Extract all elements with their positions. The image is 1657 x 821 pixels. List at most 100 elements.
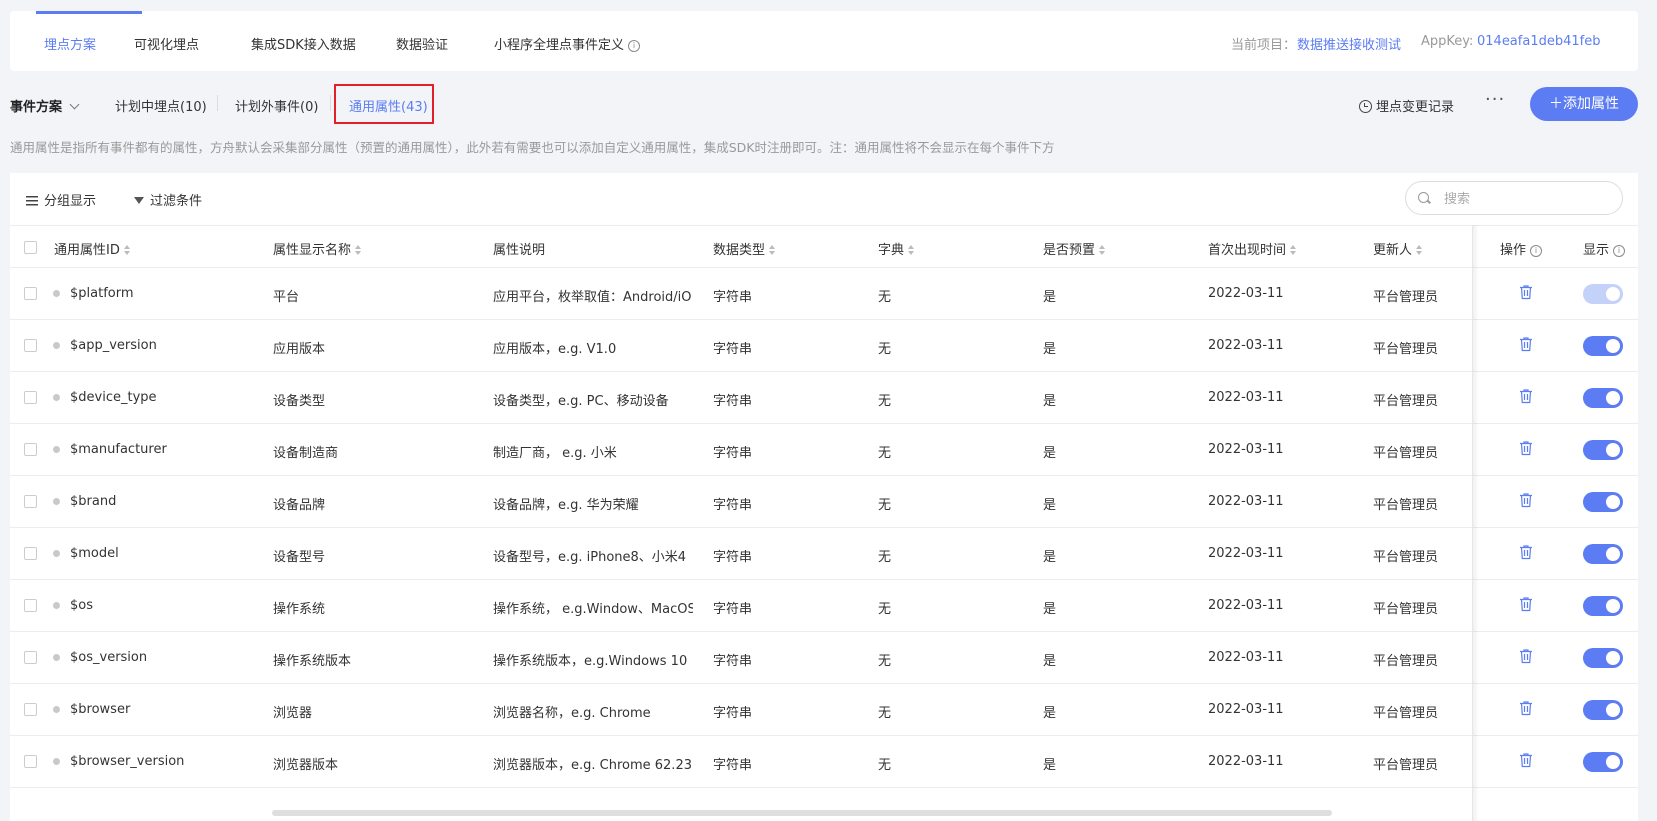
column-header-updater[interactable]: 更新人	[1373, 239, 1423, 258]
table-row[interactable]: $browser_version 浏览器版本 浏览器版本，e.g. Chrome 6…	[10, 736, 1638, 788]
change-history-button[interactable]: 埋点变更记录	[1359, 96, 1454, 115]
trash-icon[interactable]	[1519, 388, 1533, 404]
trash-icon[interactable]	[1519, 544, 1533, 560]
display-toggle[interactable]	[1583, 336, 1623, 356]
tab-miniprogram-events[interactable]: 小程序全埋点事件定义 i	[494, 34, 641, 53]
table-row[interactable]: $app_version 应用版本 应用版本，e.g. V1.0 字符串 无 是 2022-…	[10, 320, 1638, 372]
tab-miniprogram-events-label: 小程序全埋点事件定义	[494, 38, 625, 53]
column-header-id[interactable]: 通用属性ID	[54, 239, 131, 258]
tab-sdk-integration[interactable]: 集成SDK接入数据	[251, 34, 356, 53]
display-toggle[interactable]	[1583, 388, 1623, 408]
group-display-button[interactable]: 分组显示	[26, 190, 96, 209]
trash-icon[interactable]	[1519, 440, 1533, 456]
search-input[interactable]	[1442, 188, 1616, 210]
row-checkbox[interactable]	[24, 547, 37, 560]
table-row[interactable]: $brand 设备品牌 设备品牌，e.g. 华为荣耀 字符串 无 是 2022-03-11 平…	[10, 476, 1638, 528]
table-row[interactable]: $platform 平台 应用平台，枚举取值：Android/iO 字符串 无 是 2022…	[10, 268, 1638, 320]
table-header: 通用属性ID 属性显示名称 属性说明 数据类型 字典 是否预置 首次出现时间 更…	[10, 225, 1638, 268]
appkey-value: 014eafa1deb41feb	[1477, 34, 1601, 49]
display-toggle[interactable]	[1583, 648, 1623, 668]
table-row[interactable]: $model 设备型号 设备型号，e.g. iPhone8、小米4 字符串 无 是 2022…	[10, 528, 1638, 580]
row-checkbox[interactable]	[24, 339, 37, 352]
table-row[interactable]: $browser 浏览器 浏览器名称，e.g. Chrome 字符串 无 是 2022-03…	[10, 684, 1638, 736]
property-dictionary: 无	[878, 290, 892, 305]
property-dictionary: 无	[878, 602, 892, 617]
property-data-type: 字符串	[713, 602, 753, 617]
trash-icon[interactable]	[1519, 492, 1533, 508]
table-row[interactable]: $os 操作系统 操作系统， e.g.Window、MacOS 字符串 无 是 2022-0…	[10, 580, 1638, 632]
sort-icon	[123, 245, 131, 255]
column-header-first-seen[interactable]: 首次出现时间	[1208, 239, 1297, 258]
property-updater: 平台管理员	[1373, 758, 1439, 773]
row-checkbox[interactable]	[24, 495, 37, 508]
column-header-preset[interactable]: 是否预置	[1043, 239, 1106, 258]
table-row[interactable]: $manufacturer 设备制造商 制造厂商， e.g. 小米 字符串 无 是 2022…	[10, 424, 1638, 476]
row-checkbox[interactable]	[24, 599, 37, 612]
column-header-actions-label: 操作	[1500, 243, 1527, 258]
row-checkbox[interactable]	[24, 443, 37, 456]
project-name[interactable]: 数据推送接收测试	[1297, 34, 1401, 53]
column-header-display-name[interactable]: 属性显示名称	[273, 239, 362, 258]
property-id: $device_type	[70, 390, 157, 405]
table-row[interactable]: $os_version 操作系统版本 操作系统版本，e.g.Windows 10 字符…	[10, 632, 1638, 684]
property-display-name: 操作系统	[273, 602, 326, 617]
property-preset: 是	[1043, 550, 1057, 565]
more-options-icon[interactable]: ···	[1485, 89, 1505, 110]
display-toggle[interactable]	[1583, 492, 1623, 512]
tab-data-validation[interactable]: 数据验证	[396, 34, 448, 53]
trash-icon[interactable]	[1519, 284, 1533, 300]
top-nav: 埋点方案 可视化埋点 集成SDK接入数据 数据验证 小程序全埋点事件定义 i 当前…	[10, 11, 1638, 71]
property-dictionary: 无	[878, 550, 892, 565]
display-toggle[interactable]	[1583, 700, 1623, 720]
trash-icon[interactable]	[1519, 336, 1533, 352]
tab-unplanned-events[interactable]: 计划外事件(0)	[235, 96, 318, 115]
display-toggle[interactable]	[1583, 544, 1623, 564]
property-description: 应用版本，e.g. V1.0	[493, 342, 617, 357]
display-toggle[interactable]	[1583, 752, 1623, 772]
row-checkbox[interactable]	[24, 651, 37, 664]
property-first-seen: 2022-03-11	[1208, 286, 1284, 301]
property-description: 操作系统， e.g.Window、MacOS	[493, 602, 693, 617]
sub-toolbar: 事件方案 计划中埋点(10) 计划外事件(0) 通用属性(43) 埋点变更记录 …	[0, 83, 1657, 124]
property-preset: 是	[1043, 290, 1057, 305]
property-data-type: 字符串	[713, 550, 753, 565]
appkey-label: AppKey:	[1421, 34, 1474, 49]
properties-panel: 分组显示 过滤条件 通用属性ID 属性显示名称 属性说明 数据类型 字典 是否预…	[10, 173, 1638, 821]
tab-tracking-plan[interactable]: 埋点方案	[44, 34, 96, 53]
fixed-column-shadow	[1473, 225, 1479, 821]
select-all-checkbox[interactable]	[24, 241, 37, 254]
highlight-box	[334, 84, 434, 124]
property-dictionary: 无	[878, 706, 892, 721]
trash-icon[interactable]	[1519, 596, 1533, 612]
group-display-label: 分组显示	[44, 194, 97, 209]
trash-icon[interactable]	[1519, 648, 1533, 664]
project-label: 当前项目：	[1231, 38, 1297, 53]
event-scheme-dropdown[interactable]: 事件方案	[10, 96, 80, 115]
property-preset: 是	[1043, 446, 1057, 461]
property-first-seen: 2022-03-11	[1208, 546, 1284, 561]
table-row[interactable]: $device_type 设备类型 设备类型，e.g. PC、移动设备 字符串 无 是 20…	[10, 372, 1638, 424]
property-id: $model	[70, 546, 119, 561]
status-dot	[53, 550, 60, 557]
status-dot	[53, 758, 60, 765]
property-preset: 是	[1043, 498, 1057, 513]
add-property-button[interactable]: ＋添加属性	[1530, 87, 1638, 121]
property-first-seen: 2022-03-11	[1208, 442, 1284, 457]
row-checkbox[interactable]	[24, 703, 37, 716]
column-header-dictionary[interactable]: 字典	[878, 239, 915, 258]
property-id: $browser	[70, 702, 131, 717]
trash-icon[interactable]	[1519, 752, 1533, 768]
display-toggle[interactable]	[1583, 596, 1623, 616]
status-dot	[53, 654, 60, 661]
trash-icon[interactable]	[1519, 700, 1533, 716]
history-icon	[1359, 100, 1372, 113]
column-header-data-type[interactable]: 数据类型	[713, 239, 776, 258]
horizontal-scrollbar[interactable]	[272, 810, 1332, 816]
tab-visual-tracking[interactable]: 可视化埋点	[134, 34, 199, 53]
filter-button[interactable]: 过滤条件	[134, 190, 202, 209]
row-checkbox[interactable]	[24, 287, 37, 300]
display-toggle[interactable]	[1583, 440, 1623, 460]
row-checkbox[interactable]	[24, 755, 37, 768]
row-checkbox[interactable]	[24, 391, 37, 404]
tab-planned-events[interactable]: 计划中埋点(10)	[115, 96, 207, 115]
